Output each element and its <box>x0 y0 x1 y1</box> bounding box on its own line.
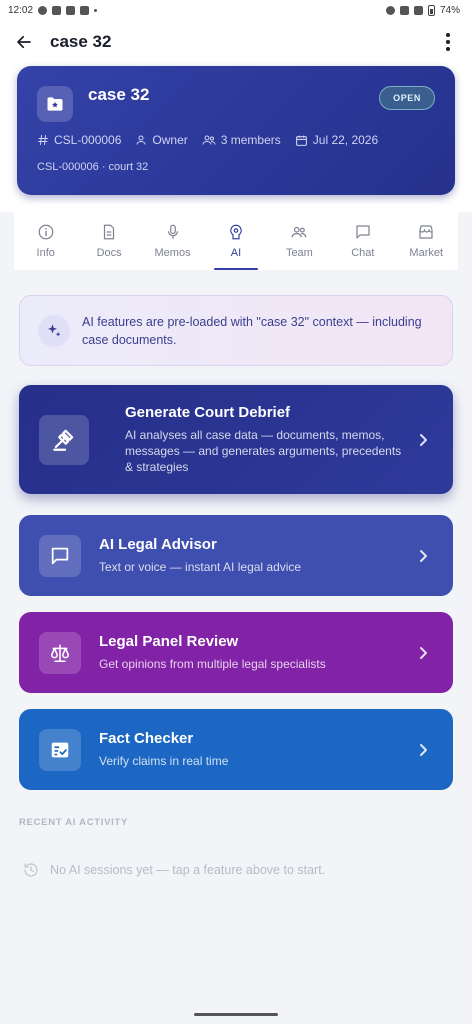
chat-bubble-icon <box>39 534 81 577</box>
calendar-icon <box>295 135 307 146</box>
chevron-right-icon <box>415 433 433 447</box>
chat-icon <box>356 225 370 239</box>
folder-star-icon <box>37 86 73 122</box>
feature-title: AI Legal Advisor <box>99 536 217 553</box>
sparkle-icon <box>38 314 70 347</box>
back-button[interactable] <box>12 30 36 54</box>
hash-icon <box>38 135 48 145</box>
ai-legal-advisor-card[interactable]: AI Legal Advisor Text or voice — instant… <box>19 515 453 596</box>
case-tabs: Info Docs Memos AI Team Chat Market <box>14 212 458 270</box>
recent-activity-heading: RECENT AI ACTIVITY <box>19 817 129 828</box>
app-bar: case 32 <box>0 20 472 64</box>
legal-panel-review-card[interactable]: Legal Panel Review Get opinions from mul… <box>19 612 453 693</box>
people-icon <box>80 5 90 15</box>
empty-state: No AI sessions yet — tap a feature above… <box>22 861 325 879</box>
history-icon <box>24 863 38 877</box>
status-bar: 12:02 74% <box>0 0 472 20</box>
arrow-left-icon <box>17 35 31 49</box>
tab-market[interactable]: Market <box>395 212 458 270</box>
gavel-icon <box>39 414 89 465</box>
team-icon <box>292 226 307 238</box>
case-meta: CSL-000006 Owner 3 members Jul 22, 2026 <box>37 133 392 147</box>
feature-title: Legal Panel Review <box>99 633 239 650</box>
home-indicator[interactable] <box>194 1013 278 1016</box>
case-date: Jul 22, 2026 <box>312 133 379 147</box>
chevron-right-icon <box>415 646 433 660</box>
case-subtitle: CSL-000006 · court 32 <box>37 161 149 173</box>
battery-level: 74% <box>439 4 460 16</box>
tab-memos[interactable]: Memos <box>141 212 204 270</box>
clock: 12:02 <box>8 4 34 16</box>
microphone-icon <box>167 224 178 239</box>
document-icon <box>104 224 115 240</box>
group-icon <box>202 135 216 145</box>
feature-description: AI analyses all case data — documents, m… <box>125 428 402 474</box>
generate-court-debrief-card[interactable]: Generate Court Debrief AI analyses all c… <box>19 385 453 494</box>
tag-icon <box>66 5 76 15</box>
feature-title: Fact Checker <box>99 730 194 747</box>
page-title: case 32 <box>50 32 112 51</box>
tab-team[interactable]: Team <box>268 212 331 270</box>
tab-docs[interactable]: Docs <box>77 212 140 270</box>
store-icon <box>419 225 433 239</box>
case-title: case 32 <box>88 85 150 104</box>
empty-state-text: No AI sessions yet — tap a feature above… <box>50 863 326 877</box>
more-options-button[interactable] <box>436 30 460 54</box>
brain-icon <box>230 224 242 240</box>
cloud-icon <box>52 5 62 15</box>
chevron-right-icon <box>415 743 433 757</box>
ai-context-notice: AI features are pre-loaded with "case 32… <box>19 295 453 366</box>
fact-check-icon <box>39 728 81 771</box>
case-members: 3 members <box>220 133 281 147</box>
feature-description: Text or voice — instant AI legal advice <box>99 560 302 574</box>
more-notifications-icon <box>94 8 98 12</box>
scales-icon <box>39 631 81 674</box>
feature-description: Get opinions from multiple legal special… <box>99 657 326 671</box>
case-id: CSL-000006 <box>54 133 122 147</box>
wifi-icon <box>399 5 409 15</box>
chevron-right-icon <box>415 549 433 563</box>
feature-title: Generate Court Debrief <box>125 404 291 421</box>
person-icon <box>136 135 146 145</box>
battery-icon <box>427 4 435 16</box>
info-icon <box>38 224 54 240</box>
whatsapp-icon <box>38 5 48 15</box>
notice-text: AI features are pre-loaded with "case 32… <box>82 314 422 347</box>
alarm-icon <box>385 5 395 15</box>
tab-info[interactable]: Info <box>14 212 77 270</box>
signal-icon <box>413 5 423 15</box>
tab-ai[interactable]: AI <box>204 212 267 270</box>
feature-description: Verify claims in real time <box>99 754 229 768</box>
tab-chat[interactable]: Chat <box>331 212 394 270</box>
status-badge: OPEN <box>379 86 435 110</box>
fact-checker-card[interactable]: Fact Checker Verify claims in real time <box>19 709 453 790</box>
case-role: Owner <box>152 133 188 147</box>
case-summary-card: case 32 OPEN CSL-000006 Owner 3 members … <box>17 66 455 195</box>
